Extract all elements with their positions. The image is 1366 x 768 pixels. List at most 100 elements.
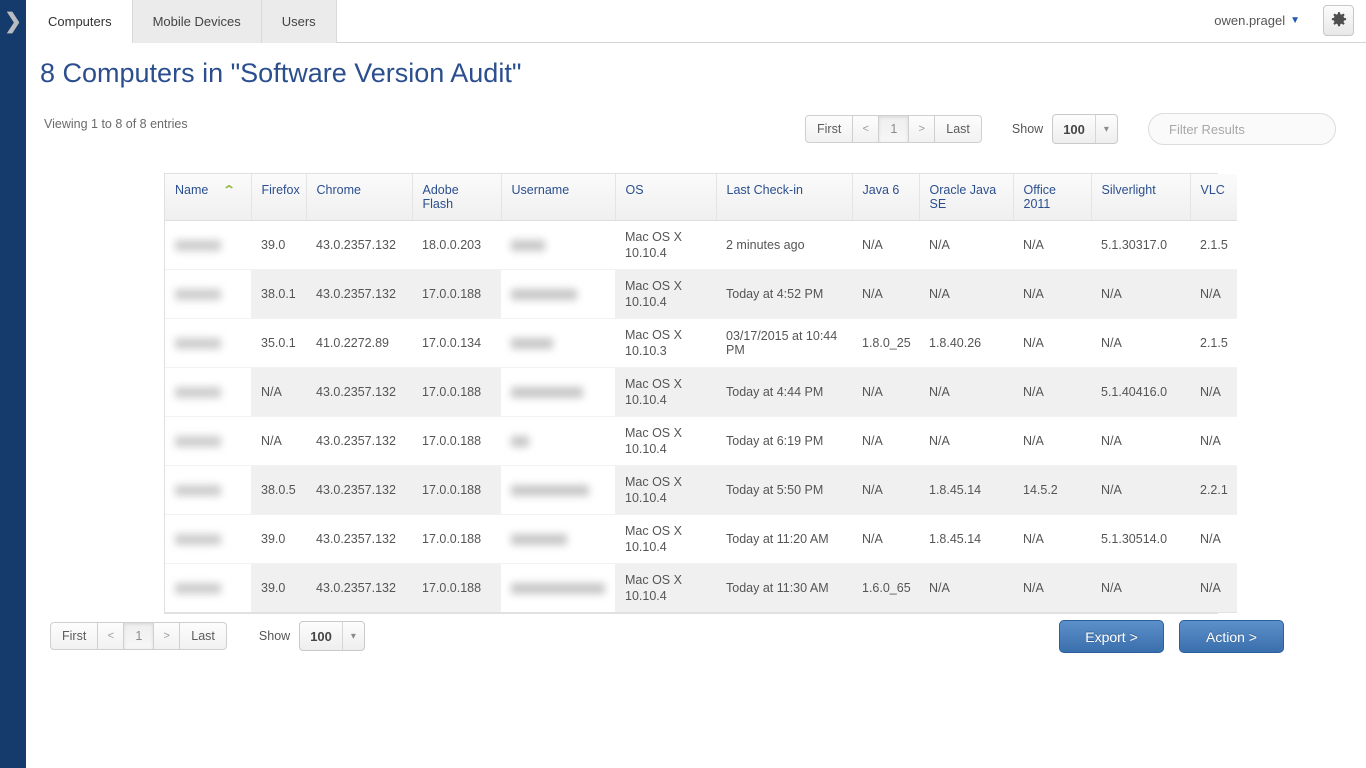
- show-count-select-bottom[interactable]: 100 ▾: [299, 621, 365, 651]
- table-row[interactable]: 39.0 43.0.2357.132 17.0.0.188 Mac OS X 10.10…: [165, 514, 1237, 564]
- cell-firefox: 39.0: [251, 514, 306, 564]
- table-row[interactable]: 38.0.1 43.0.2357.132 17.0.0.188 Mac OS X 10.…: [165, 269, 1237, 319]
- column-header-java-6[interactable]: Java 6: [852, 174, 920, 221]
- cell-chrome: 43.0.2357.132: [306, 269, 412, 319]
- table-header-row: Name ⌃ Firefox Chrome Adobe Flash Userna…: [165, 174, 1237, 221]
- page-first-button-bottom[interactable]: First: [50, 622, 99, 650]
- page-last-button[interactable]: Last: [935, 115, 982, 143]
- page-prev-button-bottom[interactable]: <: [98, 622, 125, 650]
- page-first-button[interactable]: First: [805, 115, 854, 143]
- tab-computers-label: Computers: [48, 14, 112, 29]
- filter-results-input[interactable]: [1167, 120, 1335, 138]
- cell-last-checkin: 2 minutes ago: [716, 220, 852, 270]
- redacted-value: [175, 582, 221, 594]
- cell-java-6: 1.6.0_65: [852, 563, 919, 613]
- export-button[interactable]: Export >: [1059, 620, 1164, 653]
- cell-silverlight: 5.1.30317.0: [1091, 220, 1190, 270]
- redacted-value: [175, 239, 221, 251]
- column-header-adobe-flash[interactable]: Adobe Flash: [412, 174, 502, 221]
- cell-username: [501, 514, 615, 564]
- column-header-silverlight[interactable]: Silverlight: [1091, 174, 1191, 221]
- cell-oracle-java-se: N/A: [919, 220, 1013, 270]
- cell-oracle-java-se: 1.8.45.14: [919, 514, 1013, 564]
- tab-computers[interactable]: Computers: [26, 0, 133, 44]
- cell-office-2011: N/A: [1013, 220, 1091, 270]
- cell-firefox: 38.0.5: [251, 465, 306, 515]
- page-number-1[interactable]: 1: [879, 115, 910, 143]
- table-row[interactable]: 39.0 43.0.2357.132 17.0.0.188 Mac OS X 10.10…: [165, 563, 1237, 613]
- redacted-value: [511, 582, 605, 594]
- cell-vlc: N/A: [1190, 367, 1237, 417]
- show-count-select[interactable]: 100 ▾: [1052, 114, 1118, 144]
- user-menu[interactable]: owen.pragel ▼: [1214, 13, 1300, 28]
- page-prev-button[interactable]: <: [853, 115, 880, 143]
- table-row[interactable]: N/A 43.0.2357.132 17.0.0.188 Mac OS X 10.10.…: [165, 416, 1237, 466]
- cell-java-6: N/A: [852, 514, 919, 564]
- cell-vlc: N/A: [1190, 563, 1237, 613]
- sort-ascending-icon: ⌃: [222, 183, 236, 197]
- column-header-vlc[interactable]: VLC: [1190, 174, 1237, 221]
- column-header-name[interactable]: Name ⌃: [165, 174, 252, 221]
- column-header-username[interactable]: Username: [501, 174, 616, 221]
- cell-silverlight: N/A: [1091, 563, 1190, 613]
- cell-silverlight: 5.1.40416.0: [1091, 367, 1190, 417]
- cell-vlc: N/A: [1190, 514, 1237, 564]
- tab-users[interactable]: Users: [261, 0, 337, 43]
- column-header-oracle-java-se[interactable]: Oracle Java SE: [919, 174, 1014, 221]
- column-header-office-2011[interactable]: Office 2011: [1013, 174, 1092, 221]
- redacted-value: [511, 337, 553, 349]
- action-button[interactable]: Action >: [1179, 620, 1284, 653]
- table-row[interactable]: 35.0.1 41.0.2272.89 17.0.0.134 Mac OS X 10.1…: [165, 318, 1237, 368]
- table-row[interactable]: 38.0.5 43.0.2357.132 17.0.0.188 Mac OS X 10.…: [165, 465, 1237, 515]
- column-header-chrome[interactable]: Chrome: [306, 174, 413, 221]
- cell-chrome: 43.0.2357.132: [306, 514, 412, 564]
- cell-username: [501, 269, 615, 319]
- redacted-value: [511, 435, 529, 447]
- redacted-value: [511, 386, 583, 398]
- column-header-name-label: Name: [175, 183, 209, 197]
- pagination-bottom: First < 1 > Last: [50, 622, 227, 650]
- cell-oracle-java-se: N/A: [919, 367, 1013, 417]
- cell-last-checkin: Today at 11:20 AM: [716, 514, 852, 564]
- page-next-button-bottom[interactable]: >: [154, 622, 181, 650]
- tab-list: Computers Mobile Devices Users: [26, 0, 337, 44]
- cell-vlc: 2.1.5: [1190, 220, 1237, 270]
- pagination-top: First < 1 > Last: [805, 115, 982, 143]
- cell-username: [501, 416, 615, 466]
- chevron-right-icon[interactable]: ❯: [4, 10, 22, 32]
- column-header-firefox[interactable]: Firefox: [251, 174, 307, 221]
- cell-last-checkin: Today at 6:19 PM: [716, 416, 852, 466]
- cell-office-2011: 14.5.2: [1013, 465, 1091, 515]
- tab-mobile-devices[interactable]: Mobile Devices: [132, 0, 262, 43]
- page-last-button-bottom[interactable]: Last: [180, 622, 227, 650]
- table-row[interactable]: 39.0 43.0.2357.132 18.0.0.203 Mac OS X 10.10…: [165, 220, 1237, 270]
- cell-name: [165, 514, 251, 564]
- cell-vlc: 2.1.5: [1190, 318, 1237, 368]
- tab-users-label: Users: [281, 14, 316, 29]
- sidebar-rail: ❯: [0, 0, 26, 768]
- cell-java-6: N/A: [852, 220, 919, 270]
- top-controls: First < 1 > Last Show 100 ▾: [805, 114, 1118, 144]
- column-header-last-checkin[interactable]: Last Check-in: [716, 174, 853, 221]
- cell-chrome: 43.0.2357.132: [306, 367, 412, 417]
- table-row[interactable]: N/A 43.0.2357.132 17.0.0.188 Mac OS X 10.10.…: [165, 367, 1237, 417]
- settings-button[interactable]: [1323, 5, 1354, 36]
- cell-os: Mac OS X 10.10.4: [615, 514, 716, 564]
- page-title: 8 Computers in "Software Version Audit": [40, 58, 522, 88]
- cell-chrome: 43.0.2357.132: [306, 416, 412, 466]
- filter-results-box[interactable]: [1148, 113, 1336, 145]
- column-header-os[interactable]: OS: [615, 174, 717, 221]
- page-number-1-bottom[interactable]: 1: [124, 622, 155, 650]
- cell-chrome: 41.0.2272.89: [306, 318, 412, 368]
- chevron-down-icon: ▼: [1290, 15, 1300, 26]
- tab-mobile-devices-label: Mobile Devices: [152, 14, 241, 29]
- page-next-button[interactable]: >: [909, 115, 936, 143]
- table-body: 39.0 43.0.2357.132 18.0.0.203 Mac OS X 10.10…: [165, 220, 1237, 613]
- cell-oracle-java-se: 1.8.40.26: [919, 318, 1013, 368]
- cell-adobe-flash: 17.0.0.188: [412, 514, 501, 564]
- redacted-value: [511, 533, 567, 545]
- cell-java-6: 1.8.0_25: [852, 318, 919, 368]
- cell-username: [501, 220, 615, 270]
- cell-adobe-flash: 17.0.0.188: [412, 367, 501, 417]
- cell-name: [165, 318, 251, 368]
